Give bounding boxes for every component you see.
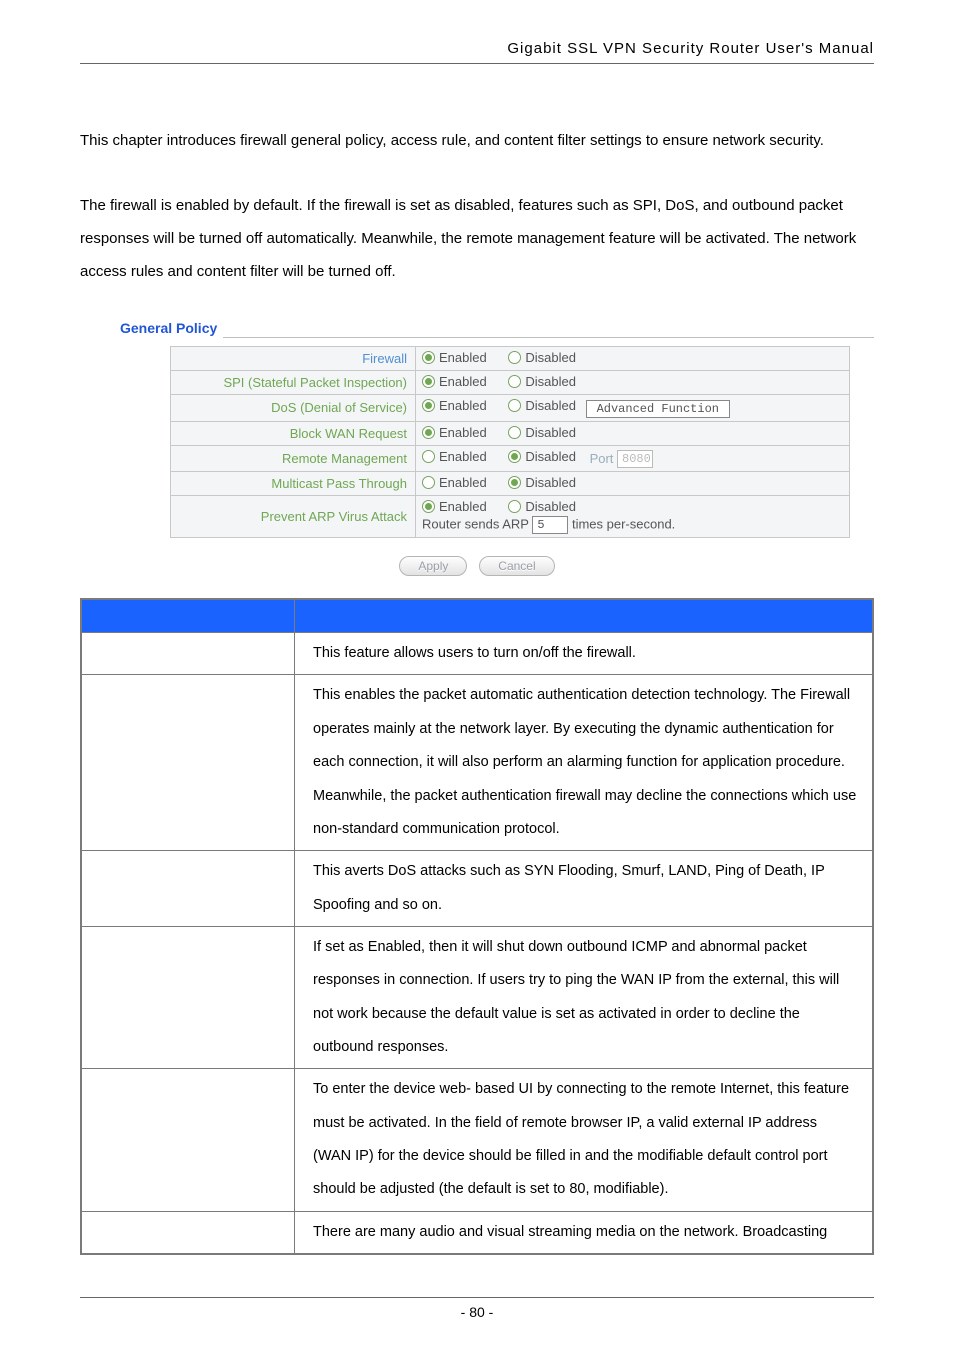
multicast-enabled-radio[interactable]: Enabled <box>422 475 487 490</box>
radio-selected-icon <box>508 476 521 489</box>
radio-selected-icon <box>422 399 435 412</box>
radio-label: Enabled <box>439 398 487 413</box>
arp-rate-input[interactable]: 5 <box>532 516 568 534</box>
section-title-general-policy: General Policy <box>120 320 217 340</box>
radio-label: Enabled <box>439 499 487 514</box>
desc-row5-label <box>81 1069 295 1211</box>
radio-label: Disabled <box>525 398 576 413</box>
row-blockwan-options: Enabled Disabled <box>416 421 850 445</box>
radio-empty-icon <box>422 476 435 489</box>
radio-empty-icon <box>508 426 521 439</box>
radio-selected-icon <box>508 450 521 463</box>
radio-empty-icon <box>508 500 521 513</box>
intro-paragraph-1: This chapter introduces firewall general… <box>80 124 874 157</box>
section-divider <box>223 337 874 338</box>
intro-paragraph-2: The firewall is enabled by default. If t… <box>80 189 874 288</box>
advanced-function-button[interactable]: Advanced Function <box>586 400 730 418</box>
desc-header-right <box>295 599 874 633</box>
desc-row6-label <box>81 1211 295 1254</box>
radio-empty-icon <box>422 450 435 463</box>
cancel-button[interactable]: Cancel <box>479 556 554 576</box>
spi-enabled-radio[interactable]: Enabled <box>422 374 487 389</box>
desc-row1-text: This feature allows users to turn on/off… <box>295 633 874 675</box>
remote-disabled-radio[interactable]: Disabled <box>508 449 576 464</box>
spi-disabled-radio[interactable]: Disabled <box>508 374 576 389</box>
apply-button[interactable]: Apply <box>399 556 467 576</box>
general-policy-table: Firewall Enabled Disabled SPI (Stateful … <box>170 346 850 538</box>
radio-empty-icon <box>508 399 521 412</box>
page-footer: - 80 - <box>80 1297 874 1320</box>
radio-selected-icon <box>422 500 435 513</box>
desc-row5-text: To enter the device web- based UI by con… <box>295 1069 874 1211</box>
desc-row4-label <box>81 926 295 1068</box>
desc-row1-label <box>81 633 295 675</box>
row-multicast-options: Enabled Disabled <box>416 472 850 496</box>
blockwan-disabled-radio[interactable]: Disabled <box>508 425 576 440</box>
arp-disabled-radio[interactable]: Disabled <box>508 499 576 514</box>
desc-row4-text: If set as Enabled, then it will shut dow… <box>295 926 874 1068</box>
radio-label: Enabled <box>439 374 487 389</box>
arp-enabled-radio[interactable]: Enabled <box>422 499 487 514</box>
remote-enabled-radio[interactable]: Enabled <box>422 449 487 464</box>
radio-label: Disabled <box>525 425 576 440</box>
desc-row6-text: There are many audio and visual streamin… <box>295 1211 874 1254</box>
multicast-disabled-radio[interactable]: Disabled <box>508 475 576 490</box>
row-arp-label: Prevent ARP Virus Attack <box>171 496 416 538</box>
desc-row2-text: This enables the packet automatic authen… <box>295 675 874 851</box>
radio-label: Disabled <box>525 475 576 490</box>
radio-label: Disabled <box>525 350 576 365</box>
radio-label: Disabled <box>525 374 576 389</box>
radio-label: Enabled <box>439 350 487 365</box>
page-header: Gigabit SSL VPN Security Router User's M… <box>80 40 874 64</box>
radio-label: Enabled <box>439 475 487 490</box>
row-blockwan-label: Block WAN Request <box>171 421 416 445</box>
radio-label: Disabled <box>525 499 576 514</box>
dos-disabled-radio[interactable]: Disabled <box>508 398 576 413</box>
arp-unit-text: times per-second. <box>572 517 675 532</box>
desc-row2-label <box>81 675 295 851</box>
row-multicast-label: Multicast Pass Through <box>171 472 416 496</box>
radio-selected-icon <box>422 375 435 388</box>
desc-row3-text: This averts DoS attacks such as SYN Floo… <box>295 851 874 927</box>
radio-label: Enabled <box>439 449 487 464</box>
dos-enabled-radio[interactable]: Enabled <box>422 398 487 413</box>
remote-port-input[interactable]: 8080 <box>617 450 653 468</box>
radio-selected-icon <box>422 351 435 364</box>
desc-header-left <box>81 599 295 633</box>
radio-selected-icon <box>422 426 435 439</box>
radio-label: Disabled <box>525 449 576 464</box>
radio-empty-icon <box>508 375 521 388</box>
arp-sends-text: Router sends ARP <box>422 517 529 532</box>
row-dos-label: DoS (Denial of Service) <box>171 395 416 422</box>
row-firewall-label: Firewall <box>171 347 416 371</box>
radio-label: Enabled <box>439 425 487 440</box>
row-arp-options: Enabled Disabled Router sends ARP 5 time… <box>416 496 850 538</box>
row-remote-options: Enabled Disabled Port 8080 <box>416 445 850 472</box>
firewall-enabled-radio[interactable]: Enabled <box>422 350 487 365</box>
desc-row3-label <box>81 851 295 927</box>
firewall-disabled-radio[interactable]: Disabled <box>508 350 576 365</box>
row-firewall-options: Enabled Disabled <box>416 347 850 371</box>
row-spi-options: Enabled Disabled <box>416 371 850 395</box>
description-table: This feature allows users to turn on/off… <box>80 598 874 1255</box>
radio-empty-icon <box>508 351 521 364</box>
blockwan-enabled-radio[interactable]: Enabled <box>422 425 487 440</box>
row-dos-options: Enabled Disabled Advanced Function <box>416 395 850 422</box>
port-prefix: Port <box>590 451 614 466</box>
row-remote-label: Remote Management <box>171 445 416 472</box>
row-spi-label: SPI (Stateful Packet Inspection) <box>171 371 416 395</box>
